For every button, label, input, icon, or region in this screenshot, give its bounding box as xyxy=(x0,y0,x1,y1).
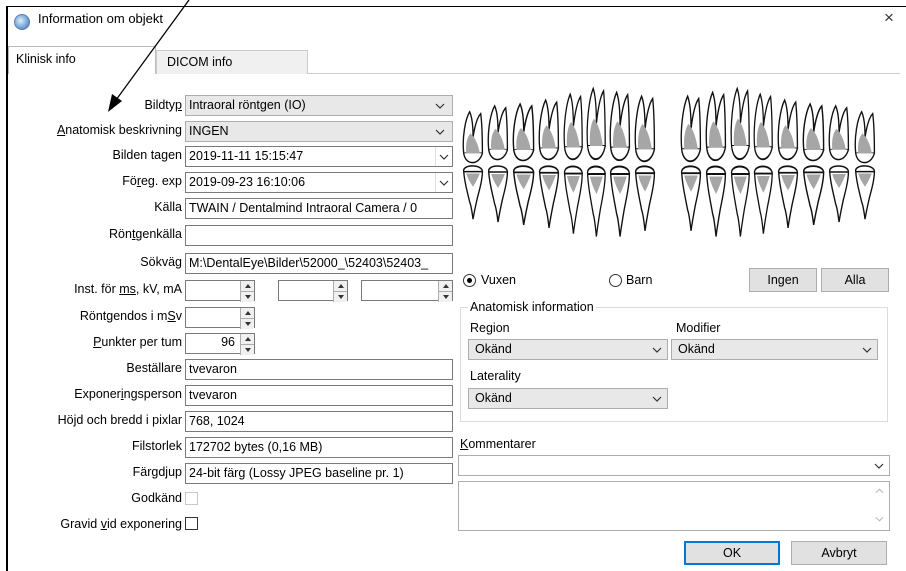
sokvag-field[interactable]: M:\DentalEye\Bilder\52000_\52403\52403_ xyxy=(185,253,453,274)
gravid-checkbox[interactable] xyxy=(185,517,198,530)
gravid-label: Gravid vid exponering xyxy=(60,517,182,531)
alla-button[interactable]: Alla xyxy=(821,268,889,292)
chevron-down-icon xyxy=(651,340,663,359)
dental-chart[interactable] xyxy=(458,84,892,254)
vuxen-label: Vuxen xyxy=(481,273,516,287)
chevron-down-icon xyxy=(651,389,663,408)
hojd-bredd-field: 768, 1024 xyxy=(185,411,453,432)
spin-down-icon[interactable] xyxy=(333,291,347,302)
kommentarer-textarea[interactable] xyxy=(458,481,890,531)
ma-spinner[interactable] xyxy=(361,280,453,302)
kommentarer-label: Kommentarer xyxy=(460,437,536,451)
punkter-label: Punkter per tum xyxy=(93,335,182,349)
exponeringsperson-label: Exponeringsperson xyxy=(74,387,182,401)
bestallare-field[interactable]: tvevaron xyxy=(185,359,453,380)
modifier-label: Modifier xyxy=(676,321,721,335)
tab-dicom-info[interactable]: DICOM info xyxy=(156,50,308,74)
kalla-label: Källa xyxy=(154,200,182,214)
kalla-field[interactable]: TWAIN / Dentalmind Intraoral Camera / 0 xyxy=(185,198,453,219)
anatomisk-beskrivning-label: Anatomisk beskrivning xyxy=(56,123,182,137)
bildtyp-select[interactable]: Intraoral röntgen (IO) xyxy=(185,95,453,116)
hojd-bredd-label: Höjd och bredd i pixlar xyxy=(57,413,182,427)
window-title: Information om objekt xyxy=(38,11,164,26)
rontgenkalla-label: Röntgenkälla xyxy=(109,227,182,241)
anatomisk-information-title: Anatomisk information xyxy=(468,300,596,314)
avbryt-button[interactable]: Avbryt xyxy=(791,541,887,565)
barn-radio[interactable] xyxy=(609,274,622,287)
laterality-select[interactable]: Okänd xyxy=(468,388,668,409)
chevron-down-icon xyxy=(434,96,446,115)
upper-teeth xyxy=(462,87,876,164)
chevron-down-icon xyxy=(434,122,446,141)
foreg-exp-label: Föreg. exp xyxy=(122,174,182,188)
spin-up-icon[interactable] xyxy=(438,281,452,291)
filstorlek-label: Filstorlek xyxy=(131,439,182,453)
kommentarer-combo[interactable] xyxy=(458,455,890,476)
ingen-button[interactable]: Ingen xyxy=(749,268,817,292)
spin-up-icon[interactable] xyxy=(240,308,254,318)
date-dropdown-button[interactable] xyxy=(435,173,452,192)
spin-down-icon[interactable] xyxy=(438,291,452,302)
bilden-tagen-field[interactable]: 2019-11-11 15:15:47 xyxy=(185,146,453,167)
rontgendos-spinner[interactable] xyxy=(185,307,255,329)
barn-label: Barn xyxy=(626,273,653,287)
region-label: Region xyxy=(470,321,510,335)
fargdjup-label: Färgdjup xyxy=(132,465,182,479)
laterality-label: Laterality xyxy=(470,369,521,383)
inst-label: Inst. för ms, kV, mA xyxy=(74,282,182,296)
lower-teeth xyxy=(462,165,876,238)
godkand-checkbox[interactable] xyxy=(185,492,198,505)
spin-up-icon[interactable] xyxy=(333,281,347,291)
filstorlek-field: 172702 bytes (0,16 MB) xyxy=(185,437,453,458)
rontgenkalla-field[interactable] xyxy=(185,225,453,246)
vuxen-radio[interactable] xyxy=(463,274,476,287)
tab-klinisk-info[interactable]: Klinisk info xyxy=(8,46,156,74)
fargdjup-field: 24-bit färg (Lossy JPEG baseline pr. 1) xyxy=(185,463,453,484)
anatomisk-beskrivning-select[interactable]: INGEN xyxy=(185,121,453,142)
bildtyp-label: Bildtyp xyxy=(144,98,182,112)
scroll-down-icon[interactable] xyxy=(875,516,884,522)
bilden-tagen-label: Bilden tagen xyxy=(112,148,182,162)
kv-spinner[interactable] xyxy=(278,280,348,302)
godkand-label: Godkänd xyxy=(131,491,182,505)
bestallare-label: Beställare xyxy=(126,361,182,375)
app-globe-icon xyxy=(14,14,30,30)
punkter-spinner[interactable]: 96 xyxy=(185,333,255,355)
ms-spinner[interactable] xyxy=(185,280,255,302)
spin-down-icon[interactable] xyxy=(240,291,254,302)
ok-button[interactable]: OK xyxy=(684,541,780,565)
close-button[interactable]: × xyxy=(884,8,894,28)
rontgendos-label: Röntgendos i mSv xyxy=(79,309,182,323)
spin-down-icon[interactable] xyxy=(240,344,254,355)
chevron-down-icon xyxy=(873,456,885,475)
date-dropdown-button[interactable] xyxy=(435,147,452,166)
scroll-up-icon[interactable] xyxy=(875,488,884,494)
spin-up-icon[interactable] xyxy=(240,281,254,291)
region-select[interactable]: Okänd xyxy=(468,339,668,360)
foreg-exp-field[interactable]: 2019-09-23 16:10:06 xyxy=(185,172,453,193)
chevron-down-icon xyxy=(861,340,873,359)
exponeringsperson-field[interactable]: tvevaron xyxy=(185,385,453,406)
spin-up-icon[interactable] xyxy=(240,334,254,344)
spin-down-icon[interactable] xyxy=(240,318,254,329)
modifier-select[interactable]: Okänd xyxy=(671,339,878,360)
sokvag-label: Sökväg xyxy=(140,255,182,269)
